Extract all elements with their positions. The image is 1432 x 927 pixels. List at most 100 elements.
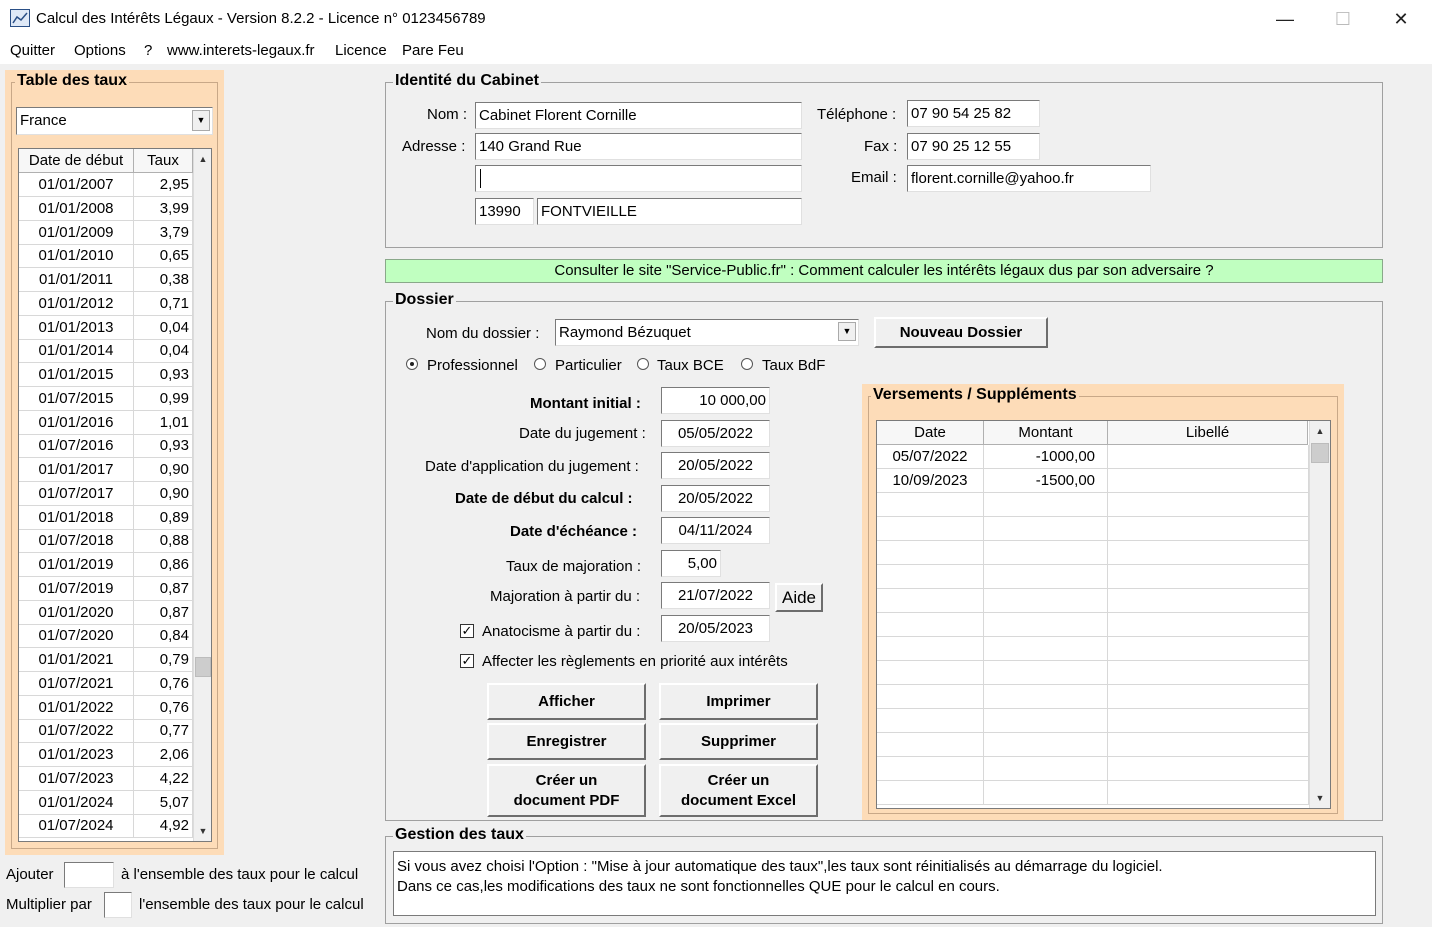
- rate-value[interactable]: 0,04: [134, 315, 193, 340]
- montant-field[interactable]: 10 000,00: [661, 387, 770, 414]
- versement-libelle[interactable]: [1108, 445, 1309, 469]
- chevron-down-icon[interactable]: ▼: [838, 322, 856, 341]
- majoration-field[interactable]: 5,00: [661, 550, 721, 577]
- rates-row[interactable]: 01/01/2023 2,06: [19, 743, 193, 767]
- versement-date[interactable]: [877, 685, 984, 709]
- versement-montant[interactable]: [984, 781, 1108, 805]
- versement-row[interactable]: [877, 757, 1309, 781]
- rate-start-date[interactable]: 01/01/2011: [19, 268, 134, 292]
- gestion-textarea[interactable]: Si vous avez choisi l'Option : "Mise à j…: [393, 851, 1376, 916]
- rate-start-date[interactable]: 01/01/2016: [19, 410, 134, 435]
- menu-help[interactable]: ?: [144, 42, 152, 59]
- radio-professionnel[interactable]: [406, 358, 418, 370]
- versement-montant[interactable]: [984, 613, 1108, 637]
- versement-libelle[interactable]: [1108, 613, 1309, 637]
- rate-value[interactable]: 0,87: [134, 600, 193, 625]
- rates-row[interactable]: 01/07/2020 0,84: [19, 624, 193, 649]
- versement-montant[interactable]: [984, 541, 1108, 565]
- rate-start-date[interactable]: 01/07/2022: [19, 719, 134, 744]
- versement-date[interactable]: 05/07/2022: [877, 445, 984, 469]
- anatocisme-checkbox[interactable]: ✓: [460, 624, 474, 638]
- radio-taux-bdf[interactable]: [741, 358, 753, 370]
- rates-row[interactable]: 01/01/2014 0,04: [19, 339, 193, 364]
- rate-value[interactable]: 0,99: [134, 386, 193, 411]
- code-postal-field[interactable]: 13990: [475, 198, 534, 225]
- rate-value[interactable]: 3,99: [134, 196, 193, 221]
- adresse-field-2[interactable]: [475, 165, 802, 192]
- rates-row[interactable]: 01/07/2016 0,93: [19, 434, 193, 459]
- rate-value[interactable]: 0,04: [134, 339, 193, 364]
- email-field[interactable]: florent.cornille@yahoo.fr: [907, 165, 1151, 192]
- radio-taux-bdf-label[interactable]: Taux BdF: [762, 357, 825, 374]
- rate-start-date[interactable]: 01/01/2008: [19, 196, 134, 221]
- rates-row[interactable]: 01/01/2007 2,95: [19, 173, 193, 197]
- maj-partir-field[interactable]: 21/07/2022: [661, 582, 770, 609]
- versement-date[interactable]: [877, 757, 984, 781]
- rates-row[interactable]: 01/01/2024 5,07: [19, 790, 193, 815]
- nom-field[interactable]: Cabinet Florent Cornille: [475, 102, 802, 129]
- rate-value[interactable]: 0,65: [134, 244, 193, 269]
- rate-start-date[interactable]: 01/07/2024: [19, 814, 134, 839]
- versement-row[interactable]: [877, 781, 1309, 805]
- rates-row[interactable]: 01/01/2018 0,89: [19, 505, 193, 530]
- rate-value[interactable]: 0,88: [134, 529, 193, 554]
- radio-taux-bce-label[interactable]: Taux BCE: [657, 357, 724, 374]
- creer-pdf-button[interactable]: Créer un document PDF: [487, 764, 646, 817]
- rate-value[interactable]: 0,86: [134, 553, 193, 577]
- minimize-button[interactable]: —: [1256, 0, 1314, 38]
- versement-montant[interactable]: [984, 709, 1108, 733]
- rates-row[interactable]: 01/07/2024 4,92: [19, 814, 193, 839]
- versement-montant[interactable]: [984, 637, 1108, 661]
- versement-date[interactable]: 10/09/2023: [877, 469, 984, 493]
- rate-value[interactable]: 0,93: [134, 434, 193, 459]
- versement-libelle[interactable]: [1108, 757, 1309, 781]
- rate-start-date[interactable]: 01/07/2020: [19, 624, 134, 649]
- rate-start-date[interactable]: 01/01/2021: [19, 648, 134, 672]
- versement-row[interactable]: 10/09/2023 -1500,00: [877, 469, 1309, 493]
- versement-date[interactable]: [877, 517, 984, 541]
- rates-row[interactable]: 01/01/2012 0,71: [19, 291, 193, 316]
- rates-row[interactable]: 01/07/2019 0,87: [19, 576, 193, 601]
- versements-header-libelle[interactable]: Libellé: [1108, 421, 1308, 445]
- versement-montant[interactable]: [984, 565, 1108, 589]
- service-public-link[interactable]: Consulter le site "Service-Public.fr" : …: [385, 259, 1383, 283]
- rate-start-date[interactable]: 01/07/2023: [19, 766, 134, 791]
- rate-value[interactable]: 0,77: [134, 719, 193, 744]
- rate-value[interactable]: 0,90: [134, 481, 193, 506]
- versement-libelle[interactable]: [1108, 685, 1309, 709]
- rates-row[interactable]: 01/01/2019 0,86: [19, 553, 193, 577]
- rate-value[interactable]: 0,76: [134, 695, 193, 720]
- versement-montant[interactable]: [984, 733, 1108, 757]
- versement-row[interactable]: [877, 541, 1309, 565]
- rate-value[interactable]: 0,38: [134, 268, 193, 292]
- rate-start-date[interactable]: 01/01/2024: [19, 790, 134, 815]
- rates-row[interactable]: 01/07/2023 4,22: [19, 766, 193, 791]
- menu-options[interactable]: Options: [74, 42, 126, 59]
- versement-row[interactable]: [877, 709, 1309, 733]
- scroll-up-icon[interactable]: ▲: [1310, 423, 1330, 439]
- versement-libelle[interactable]: [1108, 661, 1309, 685]
- rate-start-date[interactable]: 01/01/2013: [19, 315, 134, 340]
- rate-start-date[interactable]: 01/01/2007: [19, 173, 134, 197]
- rate-start-date[interactable]: 01/01/2015: [19, 363, 134, 387]
- rates-grid[interactable]: Date de début Taux 01/01/2007 2,95 01/01/2…: [18, 148, 212, 842]
- rates-row[interactable]: 01/01/2015 0,93: [19, 363, 193, 387]
- rate-value[interactable]: 0,87: [134, 576, 193, 601]
- telephone-field[interactable]: 07 90 54 25 82: [907, 100, 1040, 127]
- versement-date[interactable]: [877, 589, 984, 613]
- rate-value[interactable]: 0,84: [134, 624, 193, 649]
- multiplier-input[interactable]: [104, 892, 132, 918]
- versement-montant[interactable]: [984, 757, 1108, 781]
- rate-start-date[interactable]: 01/07/2018: [19, 529, 134, 554]
- rates-row[interactable]: 01/07/2021 0,76: [19, 671, 193, 696]
- versements-grid[interactable]: Date Montant Libellé 05/07/2022 -1000,00 1…: [876, 420, 1331, 809]
- rates-scroll-thumb[interactable]: [195, 657, 211, 677]
- rates-row[interactable]: 01/07/2018 0,88: [19, 529, 193, 554]
- versement-montant[interactable]: [984, 589, 1108, 613]
- maximize-button[interactable]: ☐: [1314, 0, 1372, 38]
- rate-value[interactable]: 1,01: [134, 410, 193, 435]
- rates-scrollbar[interactable]: ▲ ▼: [193, 149, 211, 841]
- affecter-checkbox[interactable]: ✓: [460, 654, 474, 668]
- rate-value[interactable]: 0,76: [134, 671, 193, 696]
- versement-montant[interactable]: -1500,00: [984, 469, 1108, 493]
